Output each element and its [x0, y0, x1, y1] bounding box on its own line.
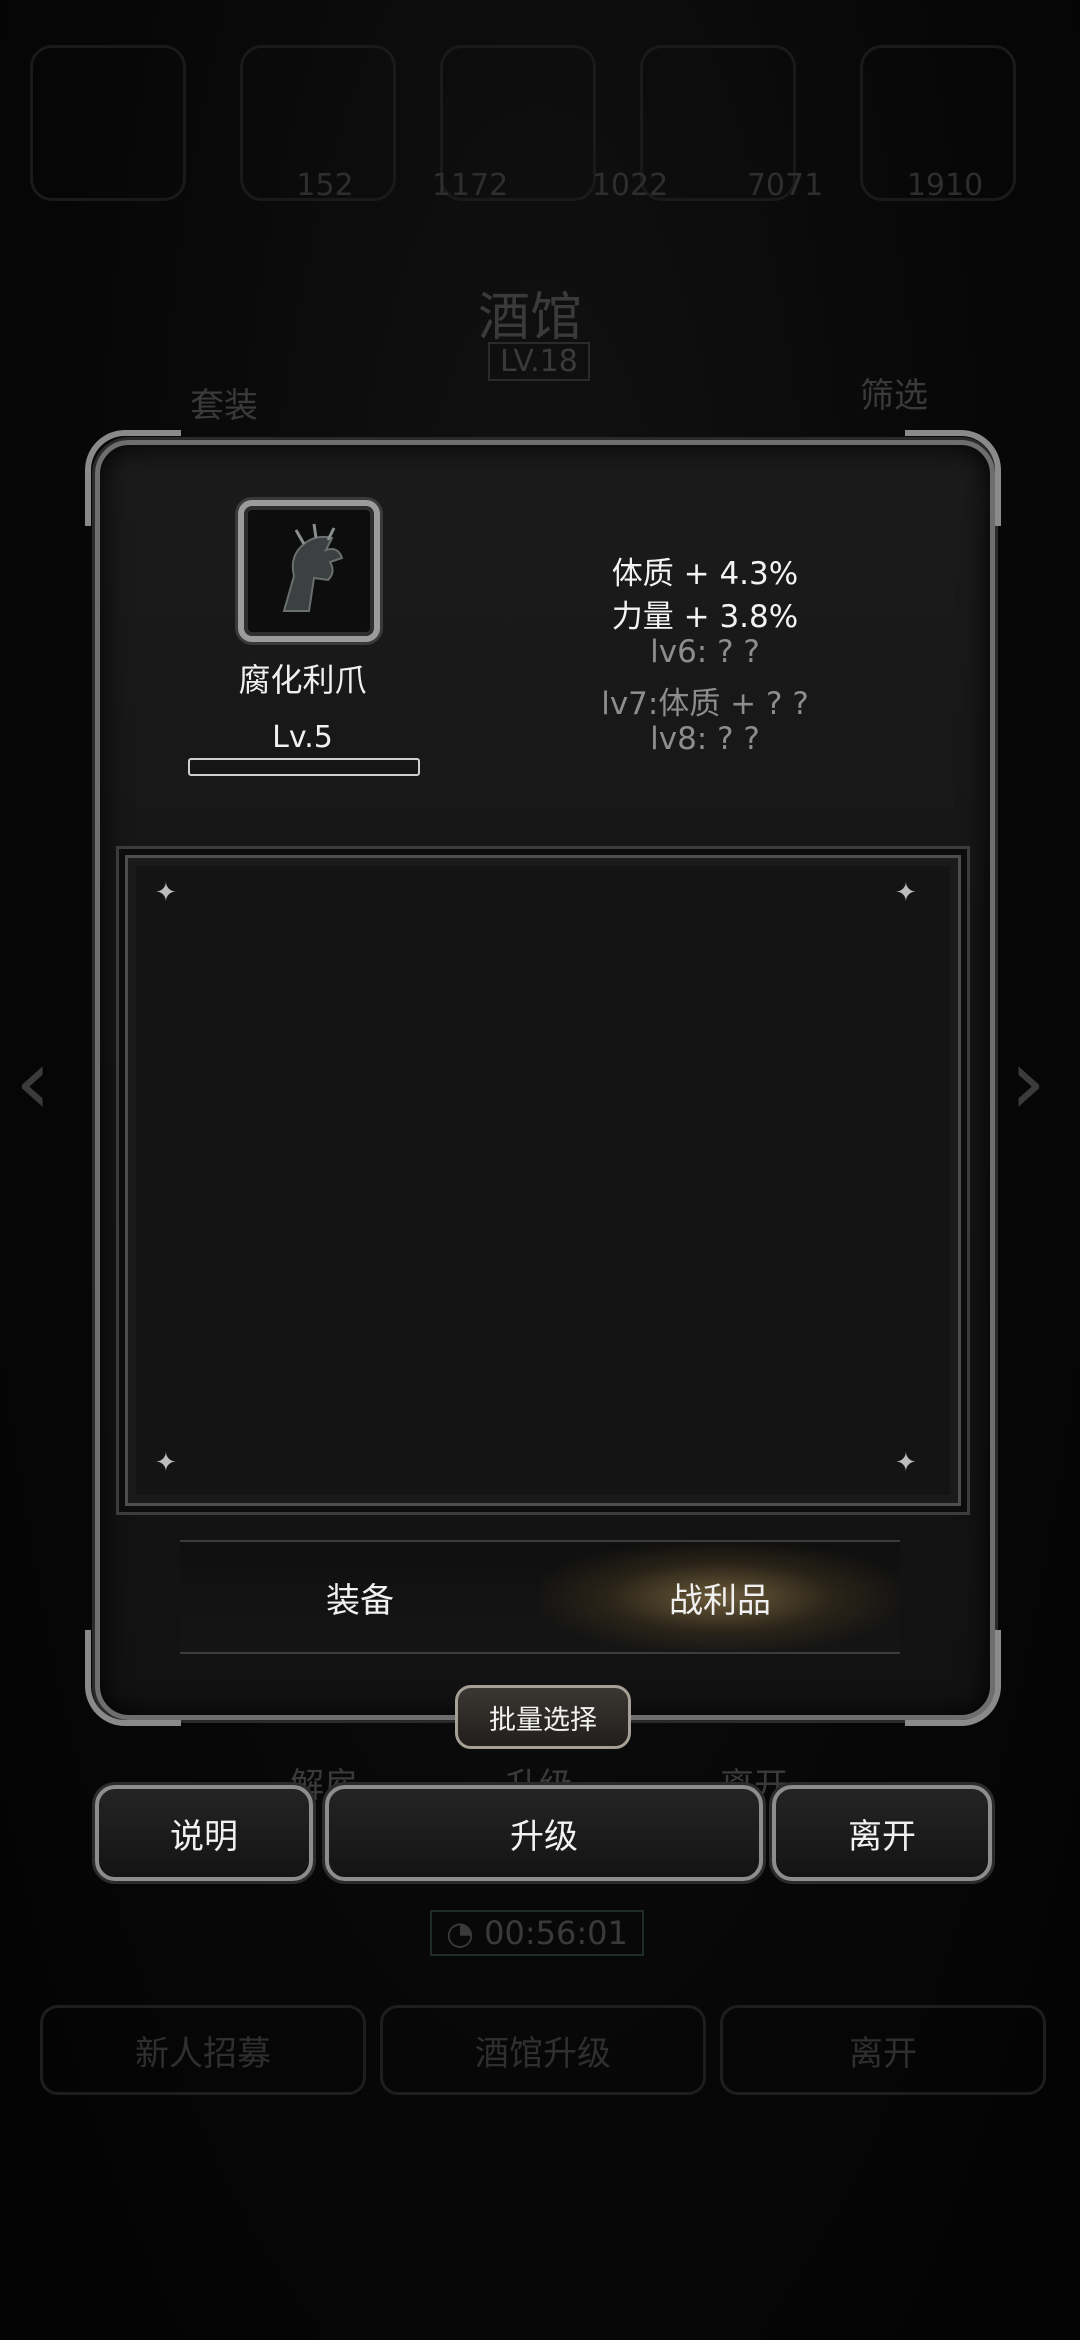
inventory-grid[interactable]: [125, 855, 961, 1506]
bg-title: 酒馆: [478, 288, 583, 348]
bg-slot: [30, 45, 186, 201]
batch-select-button[interactable]: 批量选择: [455, 1685, 631, 1749]
info-button[interactable]: 说明: [95, 1785, 313, 1881]
level-progress-bar: [188, 758, 420, 776]
tab-loot[interactable]: 战利品: [540, 1542, 900, 1652]
bg-tab-set: 套装: [190, 386, 258, 426]
sparkle-icon: ✦: [895, 1448, 917, 1478]
item-name: 腐化利爪: [238, 661, 367, 699]
bg-recruit-button: 新人招募: [40, 2005, 366, 2095]
bg-tavern-upgrade-button: 酒馆升级: [380, 2005, 706, 2095]
bg-level-badge: LV.18: [488, 342, 590, 381]
tab-equipment[interactable]: 装备: [180, 1542, 540, 1652]
sparkle-icon: ✦: [155, 1448, 177, 1478]
panel-corner-ornament: [905, 1630, 1001, 1726]
next-arrow-icon[interactable]: ›: [1010, 1030, 1046, 1135]
sparkle-icon: ✦: [155, 878, 177, 908]
prev-arrow-icon[interactable]: ‹: [15, 1030, 51, 1135]
bg-count: 1172: [431, 168, 509, 203]
stat-line-locked: lv8: ? ?: [650, 721, 760, 757]
bg-leave-bottom-button: 离开: [720, 2005, 1046, 2095]
stat-line-locked: lv7:体质 + ? ?: [601, 686, 809, 722]
stat-line-locked: lv6: ? ?: [650, 634, 760, 670]
bg-timer-text: 00:56:01: [484, 1914, 628, 1952]
claw-icon: [282, 523, 344, 612]
panel-corner-ornament: [85, 1630, 181, 1726]
upgrade-button[interactable]: 升级: [325, 1785, 763, 1881]
bg-count: 1022: [591, 168, 669, 203]
sparkle-icon: ✦: [895, 878, 917, 908]
item-level: Lv.5: [272, 720, 333, 755]
item-icon-frame[interactable]: [238, 500, 380, 642]
item-tabs: 装备 战利品: [180, 1540, 900, 1654]
bg-count: 1910: [906, 168, 984, 203]
panel-corner-ornament: [85, 430, 181, 526]
clock-icon: ◔: [446, 1914, 485, 1952]
bg-count: 7071: [746, 168, 824, 203]
bg-count: 152: [296, 168, 354, 203]
panel-corner-ornament: [905, 430, 1001, 526]
stat-line: 体质 + 4.3%: [611, 556, 799, 592]
stat-line: 力量 + 3.8%: [611, 599, 799, 635]
leave-button[interactable]: 离开: [772, 1785, 992, 1881]
bg-timer: ◔ 00:56:01: [430, 1910, 644, 1956]
bg-tab-filter: 筛选: [860, 376, 928, 416]
